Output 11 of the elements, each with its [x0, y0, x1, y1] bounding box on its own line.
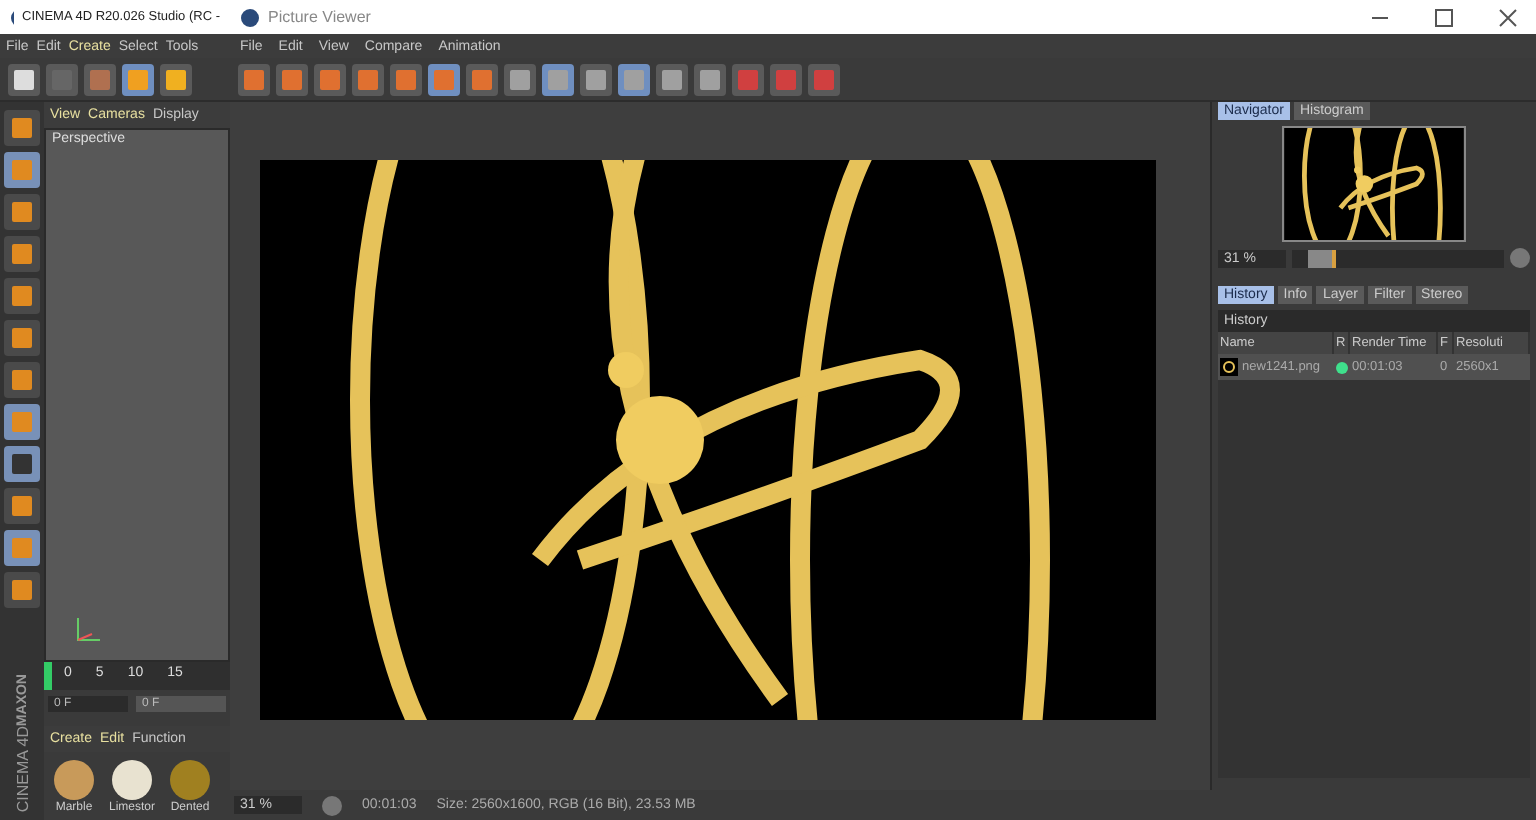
window-title: Picture Viewer [268, 8, 371, 26]
maximize-icon[interactable] [1434, 7, 1454, 27]
material-sphere-icon[interactable] [110, 758, 154, 802]
material-sphere-icon[interactable] [52, 758, 96, 802]
slider-thumb[interactable] [1308, 249, 1337, 267]
app-logo-icon [10, 7, 15, 27]
close-icon[interactable] [1498, 7, 1518, 27]
zoom-slider[interactable] [1292, 249, 1504, 267]
app-logo-icon [240, 7, 260, 27]
logo-text: CINEMA 4D [13, 725, 31, 812]
thumbnail-icon [1220, 358, 1238, 376]
